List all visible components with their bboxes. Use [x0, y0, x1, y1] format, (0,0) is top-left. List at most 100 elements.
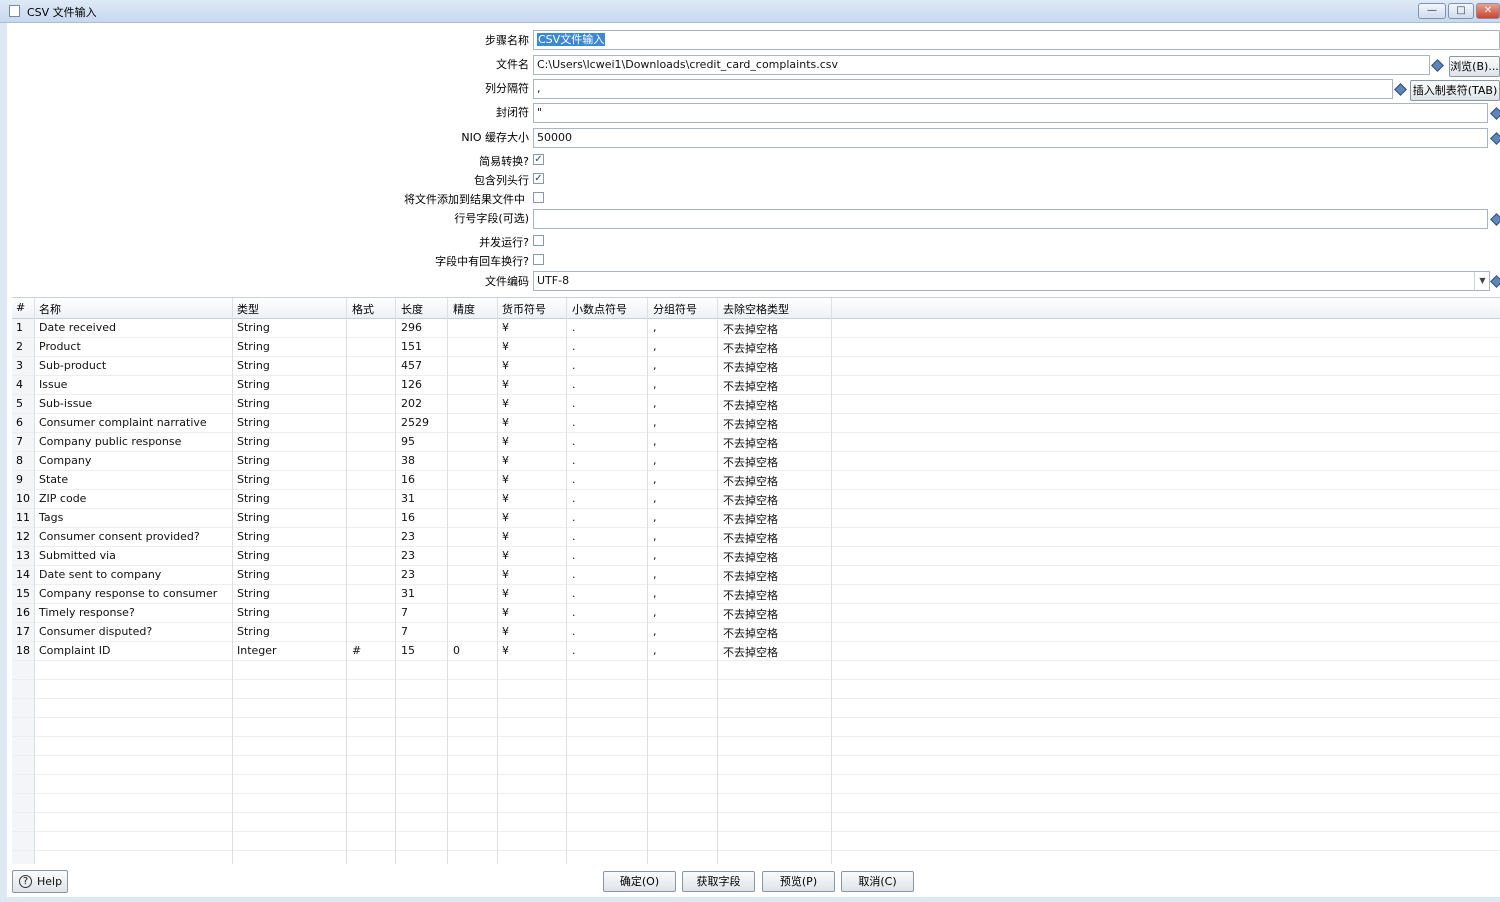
- help-button[interactable]: ? Help: [12, 870, 68, 893]
- cell-field-decimal[interactable]: .: [572, 435, 576, 448]
- cell-field-length[interactable]: 31: [401, 587, 415, 600]
- cell-field-name[interactable]: ZIP code: [39, 492, 86, 505]
- cell-field-type[interactable]: String: [237, 359, 270, 372]
- table-row[interactable]: 8 Company String 38 ¥., 不去掉空格: [12, 451, 1500, 471]
- insert-tab-button[interactable]: 插入制表符(TAB): [1410, 80, 1500, 101]
- cell-field-trim-type[interactable]: 不去掉空格: [723, 340, 778, 356]
- cell-field-group[interactable]: ,: [653, 340, 657, 353]
- cell-field-name[interactable]: Company: [39, 454, 91, 467]
- cell-field-currency[interactable]: ¥: [502, 473, 509, 486]
- column-header-field-format[interactable]: 格式: [352, 301, 374, 317]
- cell-field-trim-type[interactable]: 不去掉空格: [723, 416, 778, 432]
- table-row[interactable]: 6 Consumer complaint narrative String 2529 ¥…: [12, 413, 1500, 433]
- cell-field-currency[interactable]: ¥: [502, 644, 509, 657]
- table-row[interactable]: [12, 774, 1500, 794]
- get-fields-button[interactable]: 获取字段: [682, 871, 755, 892]
- cell-field-name[interactable]: Tags: [39, 511, 63, 524]
- cell-field-decimal[interactable]: .: [572, 549, 576, 562]
- cell-field-trim-type[interactable]: 不去掉空格: [723, 587, 778, 603]
- cell-field-type[interactable]: String: [237, 321, 270, 334]
- cell-field-decimal[interactable]: .: [572, 321, 576, 334]
- cell-field-name[interactable]: Company public response: [39, 435, 181, 448]
- cell-field-type[interactable]: String: [237, 549, 270, 562]
- cell-field-length[interactable]: 457: [401, 359, 422, 372]
- cell-field-length[interactable]: 16: [401, 511, 415, 524]
- column-header-field-length[interactable]: 长度: [401, 301, 423, 317]
- cell-field-trim-type[interactable]: 不去掉空格: [723, 359, 778, 375]
- cell-field-type[interactable]: String: [237, 454, 270, 467]
- cell-field-length[interactable]: 202: [401, 397, 422, 410]
- cell-field-trim-type[interactable]: 不去掉空格: [723, 397, 778, 413]
- cell-field-trim-type[interactable]: 不去掉空格: [723, 549, 778, 565]
- cell-field-currency[interactable]: ¥: [502, 568, 509, 581]
- close-button[interactable]: ✕: [1476, 3, 1500, 19]
- cell-field-group[interactable]: ,: [653, 378, 657, 391]
- cell-field-currency[interactable]: ¥: [502, 435, 509, 448]
- column-header-field-group[interactable]: 分组符号: [653, 301, 697, 317]
- cell-field-trim-type[interactable]: 不去掉空格: [723, 625, 778, 641]
- cell-field-currency[interactable]: ¥: [502, 511, 509, 524]
- newline-in-field-checkbox[interactable]: [533, 254, 544, 265]
- table-row[interactable]: [12, 698, 1500, 718]
- cell-field-group[interactable]: ,: [653, 625, 657, 638]
- cell-field-group[interactable]: ,: [653, 416, 657, 429]
- cell-field-trim-type[interactable]: 不去掉空格: [723, 511, 778, 527]
- cell-field-decimal[interactable]: .: [572, 606, 576, 619]
- parallel-checkbox[interactable]: [533, 235, 544, 246]
- preview-button[interactable]: 预览(P): [762, 871, 835, 892]
- column-header-field-name[interactable]: 名称: [39, 301, 61, 317]
- chevron-down-icon[interactable]: ▼: [1474, 272, 1490, 290]
- table-row[interactable]: 12 Consumer consent provided? String 23 ¥., 不…: [12, 527, 1500, 547]
- column-header-field-precision[interactable]: 精度: [453, 301, 475, 317]
- table-row[interactable]: 1 Date received String 296 ¥., 不去掉空格: [12, 318, 1500, 338]
- cell-field-group[interactable]: ,: [653, 511, 657, 524]
- cell-field-group[interactable]: ,: [653, 454, 657, 467]
- cell-field-type[interactable]: String: [237, 625, 270, 638]
- table-row[interactable]: 9 State String 16 ¥., 不去掉空格: [12, 470, 1500, 490]
- table-row[interactable]: [12, 660, 1500, 680]
- table-row[interactable]: 13 Submitted via String 23 ¥., 不去掉空格: [12, 546, 1500, 566]
- cell-field-trim-type[interactable]: 不去掉空格: [723, 606, 778, 622]
- cell-field-decimal[interactable]: .: [572, 397, 576, 410]
- cell-field-trim-type[interactable]: 不去掉空格: [723, 454, 778, 470]
- cell-field-currency[interactable]: ¥: [502, 530, 509, 543]
- column-header-field-type[interactable]: 类型: [237, 301, 259, 317]
- cell-field-length[interactable]: 7: [401, 606, 408, 619]
- encoding-select[interactable]: UTF-8: [533, 271, 1490, 291]
- cell-field-type[interactable]: String: [237, 378, 270, 391]
- cell-field-name[interactable]: Consumer disputed?: [39, 625, 152, 638]
- cell-field-name[interactable]: Sub-product: [39, 359, 106, 372]
- cell-field-length[interactable]: 126: [401, 378, 422, 391]
- cell-field-length[interactable]: 151: [401, 340, 422, 353]
- cell-field-currency[interactable]: ¥: [502, 340, 509, 353]
- fields-table[interactable]: # 名称 类型 格式 长度 精度 货币符号 小数点符号 分组符号 去除空格类型 1 Date rec…: [12, 297, 1500, 864]
- cell-field-decimal[interactable]: .: [572, 644, 576, 657]
- cell-field-format[interactable]: #: [352, 644, 361, 657]
- cell-field-type[interactable]: String: [237, 606, 270, 619]
- cell-field-group[interactable]: ,: [653, 606, 657, 619]
- cell-field-length[interactable]: 38: [401, 454, 415, 467]
- cell-field-trim-type[interactable]: 不去掉空格: [723, 378, 778, 394]
- cell-field-name[interactable]: Issue: [39, 378, 67, 391]
- cell-field-type[interactable]: String: [237, 530, 270, 543]
- table-row[interactable]: 18 Complaint ID Integer #15 0 ¥., 不去掉空格: [12, 641, 1500, 661]
- cell-field-currency[interactable]: ¥: [502, 397, 509, 410]
- table-row[interactable]: 16 Timely response? String 7 ¥., 不去掉空格: [12, 603, 1500, 623]
- cell-field-group[interactable]: ,: [653, 549, 657, 562]
- cell-field-group[interactable]: ,: [653, 492, 657, 505]
- cell-field-group[interactable]: ,: [653, 530, 657, 543]
- cell-field-length[interactable]: 23: [401, 549, 415, 562]
- column-header-row-number[interactable]: #: [16, 301, 25, 314]
- cell-field-length[interactable]: 16: [401, 473, 415, 486]
- cell-field-name[interactable]: State: [39, 473, 68, 486]
- table-row[interactable]: [12, 717, 1500, 737]
- cell-field-name[interactable]: Submitted via: [39, 549, 116, 562]
- nio-buffer-input[interactable]: 50000: [533, 128, 1488, 148]
- cell-field-trim-type[interactable]: 不去掉空格: [723, 435, 778, 451]
- cell-field-decimal[interactable]: .: [572, 378, 576, 391]
- row-number-field-input[interactable]: [533, 209, 1488, 229]
- cell-field-length[interactable]: 296: [401, 321, 422, 334]
- cell-field-trim-type[interactable]: 不去掉空格: [723, 473, 778, 489]
- cell-field-type[interactable]: String: [237, 568, 270, 581]
- lazy-conversion-checkbox[interactable]: ✓: [533, 154, 544, 165]
